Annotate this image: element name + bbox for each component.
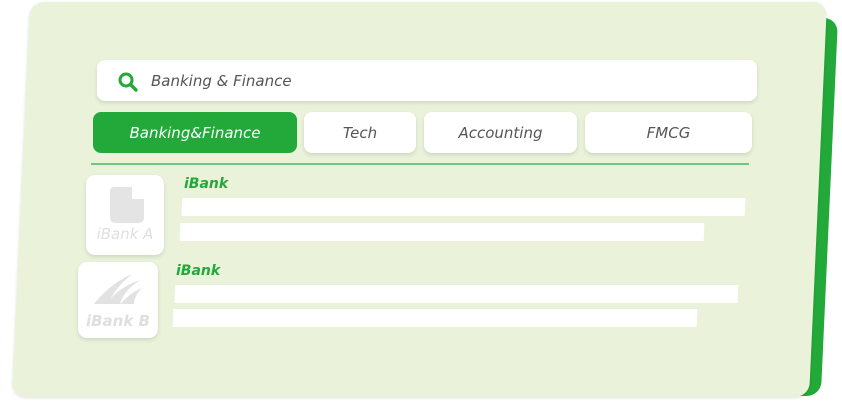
logo-text: iBank B [85,312,150,330]
company-logo-ibank-b[interactable]: iBank B [78,262,158,338]
logo-text: iBank A [96,225,154,243]
tab-accounting[interactable]: Accounting [424,112,577,153]
result-title[interactable]: iBank [184,176,228,192]
placeholder-line [179,223,705,241]
wave-logo-icon [92,272,144,310]
placeholder-line [174,285,739,303]
tab-label: Tech [342,123,378,142]
placeholder-line [181,198,746,216]
tab-tech[interactable]: Tech [304,112,416,153]
search-bar[interactable] [97,60,757,101]
document-icon [110,187,144,227]
tab-label: Banking&Finance [129,123,261,142]
result-title[interactable]: iBank [176,263,220,279]
tab-label: FMCG [646,123,691,142]
tab-fmcg[interactable]: FMCG [585,112,752,153]
divider [91,163,749,165]
search-input[interactable] [151,71,743,91]
tab-banking-finance[interactable]: Banking&Finance [93,112,297,153]
placeholder-line [172,309,698,327]
search-icon[interactable] [117,71,139,93]
tab-label: Accounting [458,123,543,142]
company-logo-ibank-a[interactable]: iBank A [86,175,164,255]
